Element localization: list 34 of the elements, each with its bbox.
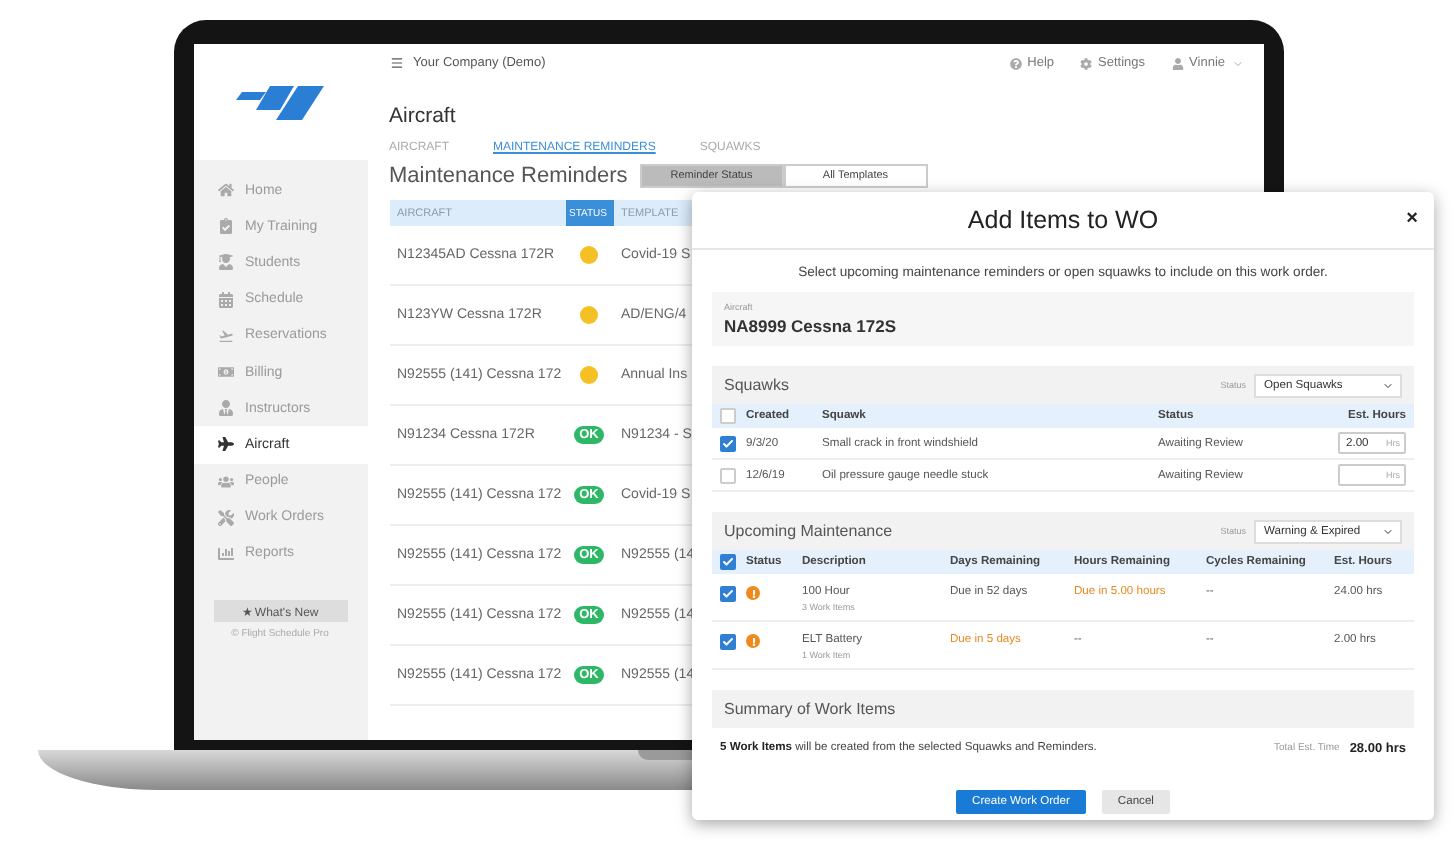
- graduate-icon: [217, 254, 233, 271]
- section-title: Maintenance Reminders: [389, 164, 628, 188]
- settings-icon: [1080, 57, 1093, 69]
- aircraft-name: NA8999 Cessna 172S: [724, 316, 899, 336]
- logo-icon: [234, 85, 326, 119]
- caret-icon: [1382, 379, 1394, 391]
- checkbox[interactable]: [720, 408, 736, 424]
- section-title: Summary of Work Items: [724, 700, 898, 718]
- menu-icon[interactable]: [389, 56, 403, 70]
- person-icon: [217, 400, 233, 417]
- help-icon: [1009, 57, 1022, 69]
- clipboard-icon: [217, 218, 233, 235]
- people-icon: [217, 473, 233, 490]
- cash-icon: [217, 364, 233, 381]
- plane-takeoff-icon: [217, 327, 233, 344]
- page-title: Aircraft: [389, 104, 458, 128]
- checkbox[interactable]: [720, 554, 736, 570]
- checkbox[interactable]: [720, 586, 736, 602]
- checkbox[interactable]: [720, 634, 736, 650]
- home-icon: [217, 182, 233, 199]
- chart-icon: [217, 545, 233, 562]
- caret-icon: [1382, 525, 1394, 537]
- tools-icon: [217, 509, 233, 526]
- calendar-icon: [217, 291, 233, 308]
- hours-input[interactable]: [1338, 464, 1406, 486]
- section-title: Squawks: [724, 376, 791, 394]
- checkbox[interactable]: [720, 467, 736, 483]
- plane-icon: [217, 436, 233, 453]
- dialog-title: Add Items to WO: [967, 206, 1159, 234]
- user-icon: [1171, 57, 1184, 69]
- checkbox[interactable]: [720, 435, 736, 451]
- caret-icon: [1231, 57, 1243, 69]
- section-title: Upcoming Maintenance: [724, 522, 895, 540]
- close-button[interactable]: ×: [1406, 210, 1418, 230]
